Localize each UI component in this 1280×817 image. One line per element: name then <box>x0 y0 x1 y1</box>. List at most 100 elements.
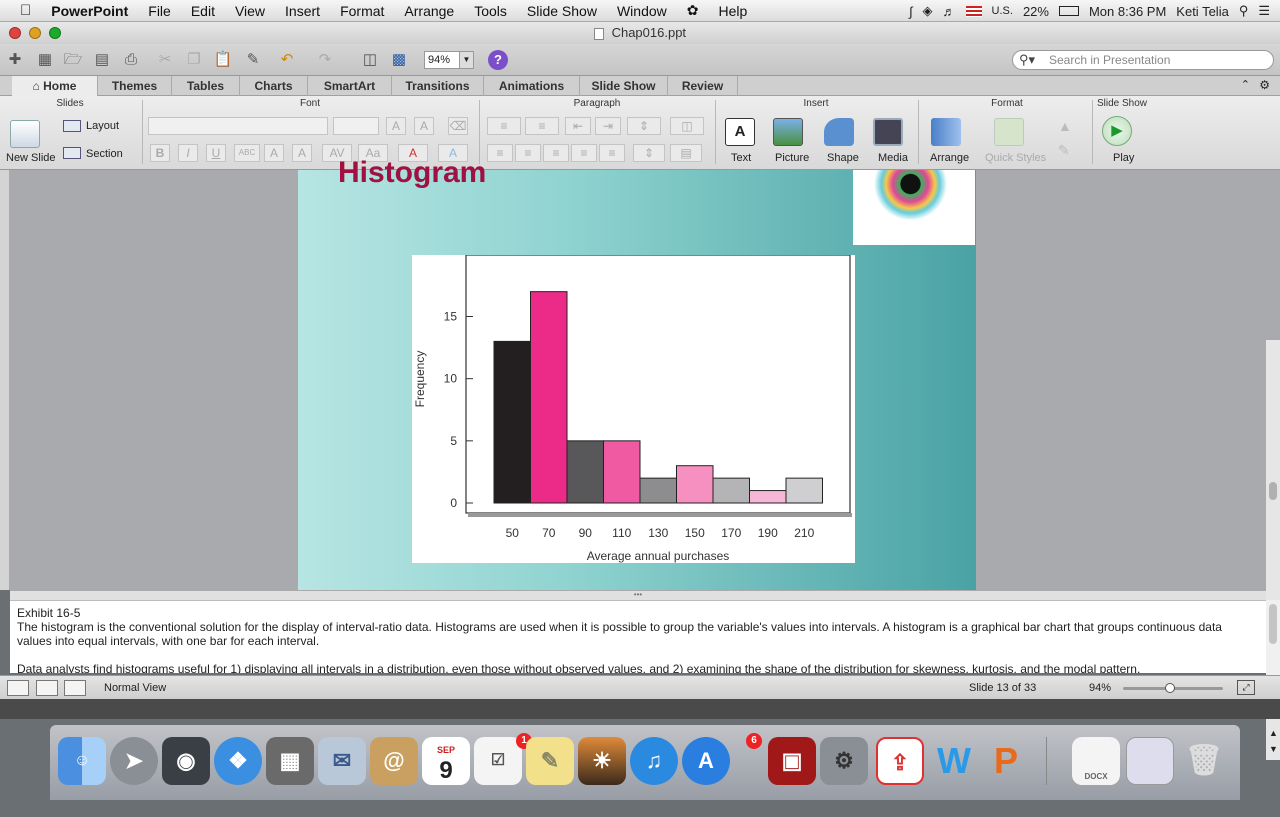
histogram-chart[interactable]: Frequency Average annual purchases 0 5 10 1… <box>412 254 855 563</box>
reminders-icon[interactable]: ☑ <box>474 737 522 785</box>
subscript-button[interactable]: A <box>292 144 312 162</box>
mail-icon[interactable]: ✉ <box>318 737 366 785</box>
facetime-icon[interactable]: ◉ <box>162 737 210 785</box>
collapse-ribbon-icon[interactable]: ⌃ <box>1241 78 1250 91</box>
menu-file[interactable]: File <box>138 3 181 19</box>
docx-file-icon[interactable]: DOCX <box>1072 737 1120 785</box>
iphoto-icon[interactable]: ☀ <box>578 737 626 785</box>
play-icon[interactable]: ▶ <box>1102 116 1132 146</box>
menu-edit[interactable]: Edit <box>181 3 225 19</box>
gear-icon[interactable]: ⚙ <box>1259 78 1270 92</box>
increase-indent-button[interactable]: ⇥ <box>595 117 621 135</box>
templates-icon[interactable]: ▦ <box>35 50 55 70</box>
slide-title[interactable]: Histogram <box>338 156 486 190</box>
itunes-icon[interactable]: ♫ <box>630 737 678 785</box>
italic-button[interactable]: I <box>178 144 198 162</box>
contacts-icon[interactable]: @ <box>370 737 418 785</box>
menu-format[interactable]: Format <box>330 3 394 19</box>
left-pane-splitter[interactable] <box>0 170 10 590</box>
close-window-button[interactable] <box>9 27 21 39</box>
notification-list-icon[interactable]: ☰ <box>1258 3 1270 19</box>
bold-button[interactable]: B <box>150 144 170 162</box>
arrange-label[interactable]: Arrange <box>930 152 969 164</box>
quick-styles-label[interactable]: Quick Styles <box>985 152 1046 164</box>
section-icon[interactable] <box>63 147 81 159</box>
launchpad-icon[interactable]: ➤ <box>110 737 158 785</box>
apple-icon[interactable]:  <box>0 2 41 19</box>
clear-format-button[interactable]: ⌫ <box>448 117 468 135</box>
slide[interactable]: Histogram Frequency Average annual purch… <box>298 156 976 590</box>
format-painter-icon[interactable]: ✎ <box>243 50 263 70</box>
layout-label[interactable]: Layout <box>86 120 119 132</box>
zoom-window-button[interactable] <box>49 27 61 39</box>
picture-label[interactable]: Picture <box>775 152 809 164</box>
minimize-window-button[interactable] <box>29 27 41 39</box>
new-document-icon[interactable]: ✚ <box>5 50 25 70</box>
strikethrough-button[interactable]: ABC <box>234 144 260 162</box>
text-direction-button[interactable]: ⇕ <box>633 144 665 162</box>
font-name-input[interactable] <box>148 117 328 135</box>
numbering-button[interactable]: ≡ <box>525 117 559 135</box>
line-spacing-button[interactable]: ⇕ <box>627 117 661 135</box>
align-left-button[interactable]: ≡ <box>487 144 513 162</box>
line-icon[interactable]: ✎ <box>1058 142 1070 159</box>
notes-scrollbar[interactable] <box>1266 600 1280 675</box>
slide-show-view-icon[interactable] <box>64 680 86 696</box>
gallery-icon[interactable]: ▩ <box>389 50 409 70</box>
user-name[interactable]: Keti Telia <box>1176 4 1229 19</box>
undo-icon[interactable]: ↶ <box>277 50 297 70</box>
copy-icon[interactable]: ❐ <box>184 50 204 70</box>
notes-app-icon[interactable]: ✎ <box>526 737 574 785</box>
menu-slide-show[interactable]: Slide Show <box>517 3 607 19</box>
zoom-slider-thumb[interactable] <box>1165 683 1175 693</box>
zoom-slider[interactable] <box>1123 683 1223 693</box>
cut-icon[interactable]: ✂ <box>155 50 175 70</box>
shrink-font-button[interactable]: A <box>414 117 434 135</box>
app-menu[interactable]: PowerPoint <box>41 3 138 19</box>
help-button[interactable]: ? <box>488 50 508 70</box>
shape-icon[interactable] <box>824 118 854 146</box>
finder-icon[interactable]: ☺ <box>58 737 106 785</box>
align-center-button[interactable]: ≡ <box>515 144 541 162</box>
menu-help[interactable]: Help <box>708 3 757 19</box>
underline-button[interactable]: U <box>206 144 226 162</box>
font-size-input[interactable] <box>333 117 379 135</box>
picture-icon[interactable] <box>773 118 803 146</box>
distribute-button[interactable]: ≡ <box>599 144 625 162</box>
arrange-icon[interactable] <box>931 118 961 146</box>
volume-icon[interactable]: ♬ <box>943 4 956 19</box>
save-icon[interactable]: ▤ <box>92 50 112 70</box>
bluetooth-icon[interactable]: ∫ <box>909 4 913 19</box>
menu-tools[interactable]: Tools <box>464 3 517 19</box>
justify-button[interactable]: ≡ <box>571 144 597 162</box>
new-slide-label[interactable]: New Slide <box>6 152 56 164</box>
previous-slide-icon[interactable]: ▲ <box>1269 728 1278 738</box>
flag-icon[interactable] <box>965 5 982 17</box>
notes-splitter[interactable]: ••• <box>10 590 1266 600</box>
bullets-button[interactable]: ≡ <box>487 117 521 135</box>
battery-percent[interactable]: 22% <box>1023 4 1049 19</box>
menu-view[interactable]: View <box>225 3 275 19</box>
powerpoint-icon[interactable]: P <box>982 737 1030 785</box>
menu-window[interactable]: Window <box>607 3 677 19</box>
zoom-select[interactable]: 94% ▼ <box>424 51 474 69</box>
section-label[interactable]: Section <box>86 148 123 160</box>
input-source[interactable]: U.S. <box>992 5 1013 17</box>
tab-slide-show[interactable]: Slide Show <box>580 76 668 96</box>
photo-browser-icon[interactable]: ▦ <box>266 737 314 785</box>
columns-button[interactable]: ◫ <box>670 117 704 135</box>
tab-transitions[interactable]: Transitions <box>392 76 484 96</box>
media-label[interactable]: Media <box>878 152 908 164</box>
play-label[interactable]: Play <box>1113 152 1134 164</box>
shape-label[interactable]: Shape <box>827 152 859 164</box>
tab-review[interactable]: Review <box>668 76 738 96</box>
fill-icon[interactable]: ▲ <box>1058 118 1072 134</box>
grow-font-button[interactable]: A <box>386 117 406 135</box>
tab-themes[interactable]: Themes <box>98 76 172 96</box>
script-icon[interactable]: ✿ <box>677 2 709 19</box>
align-right-button[interactable]: ≡ <box>543 144 569 162</box>
quick-styles-icon[interactable] <box>994 118 1024 146</box>
clock[interactable]: Mon 8:36 PM <box>1089 4 1166 19</box>
slide-sorter-icon[interactable]: ◫ <box>360 50 380 70</box>
slide-sorter-view-icon[interactable] <box>36 680 58 696</box>
